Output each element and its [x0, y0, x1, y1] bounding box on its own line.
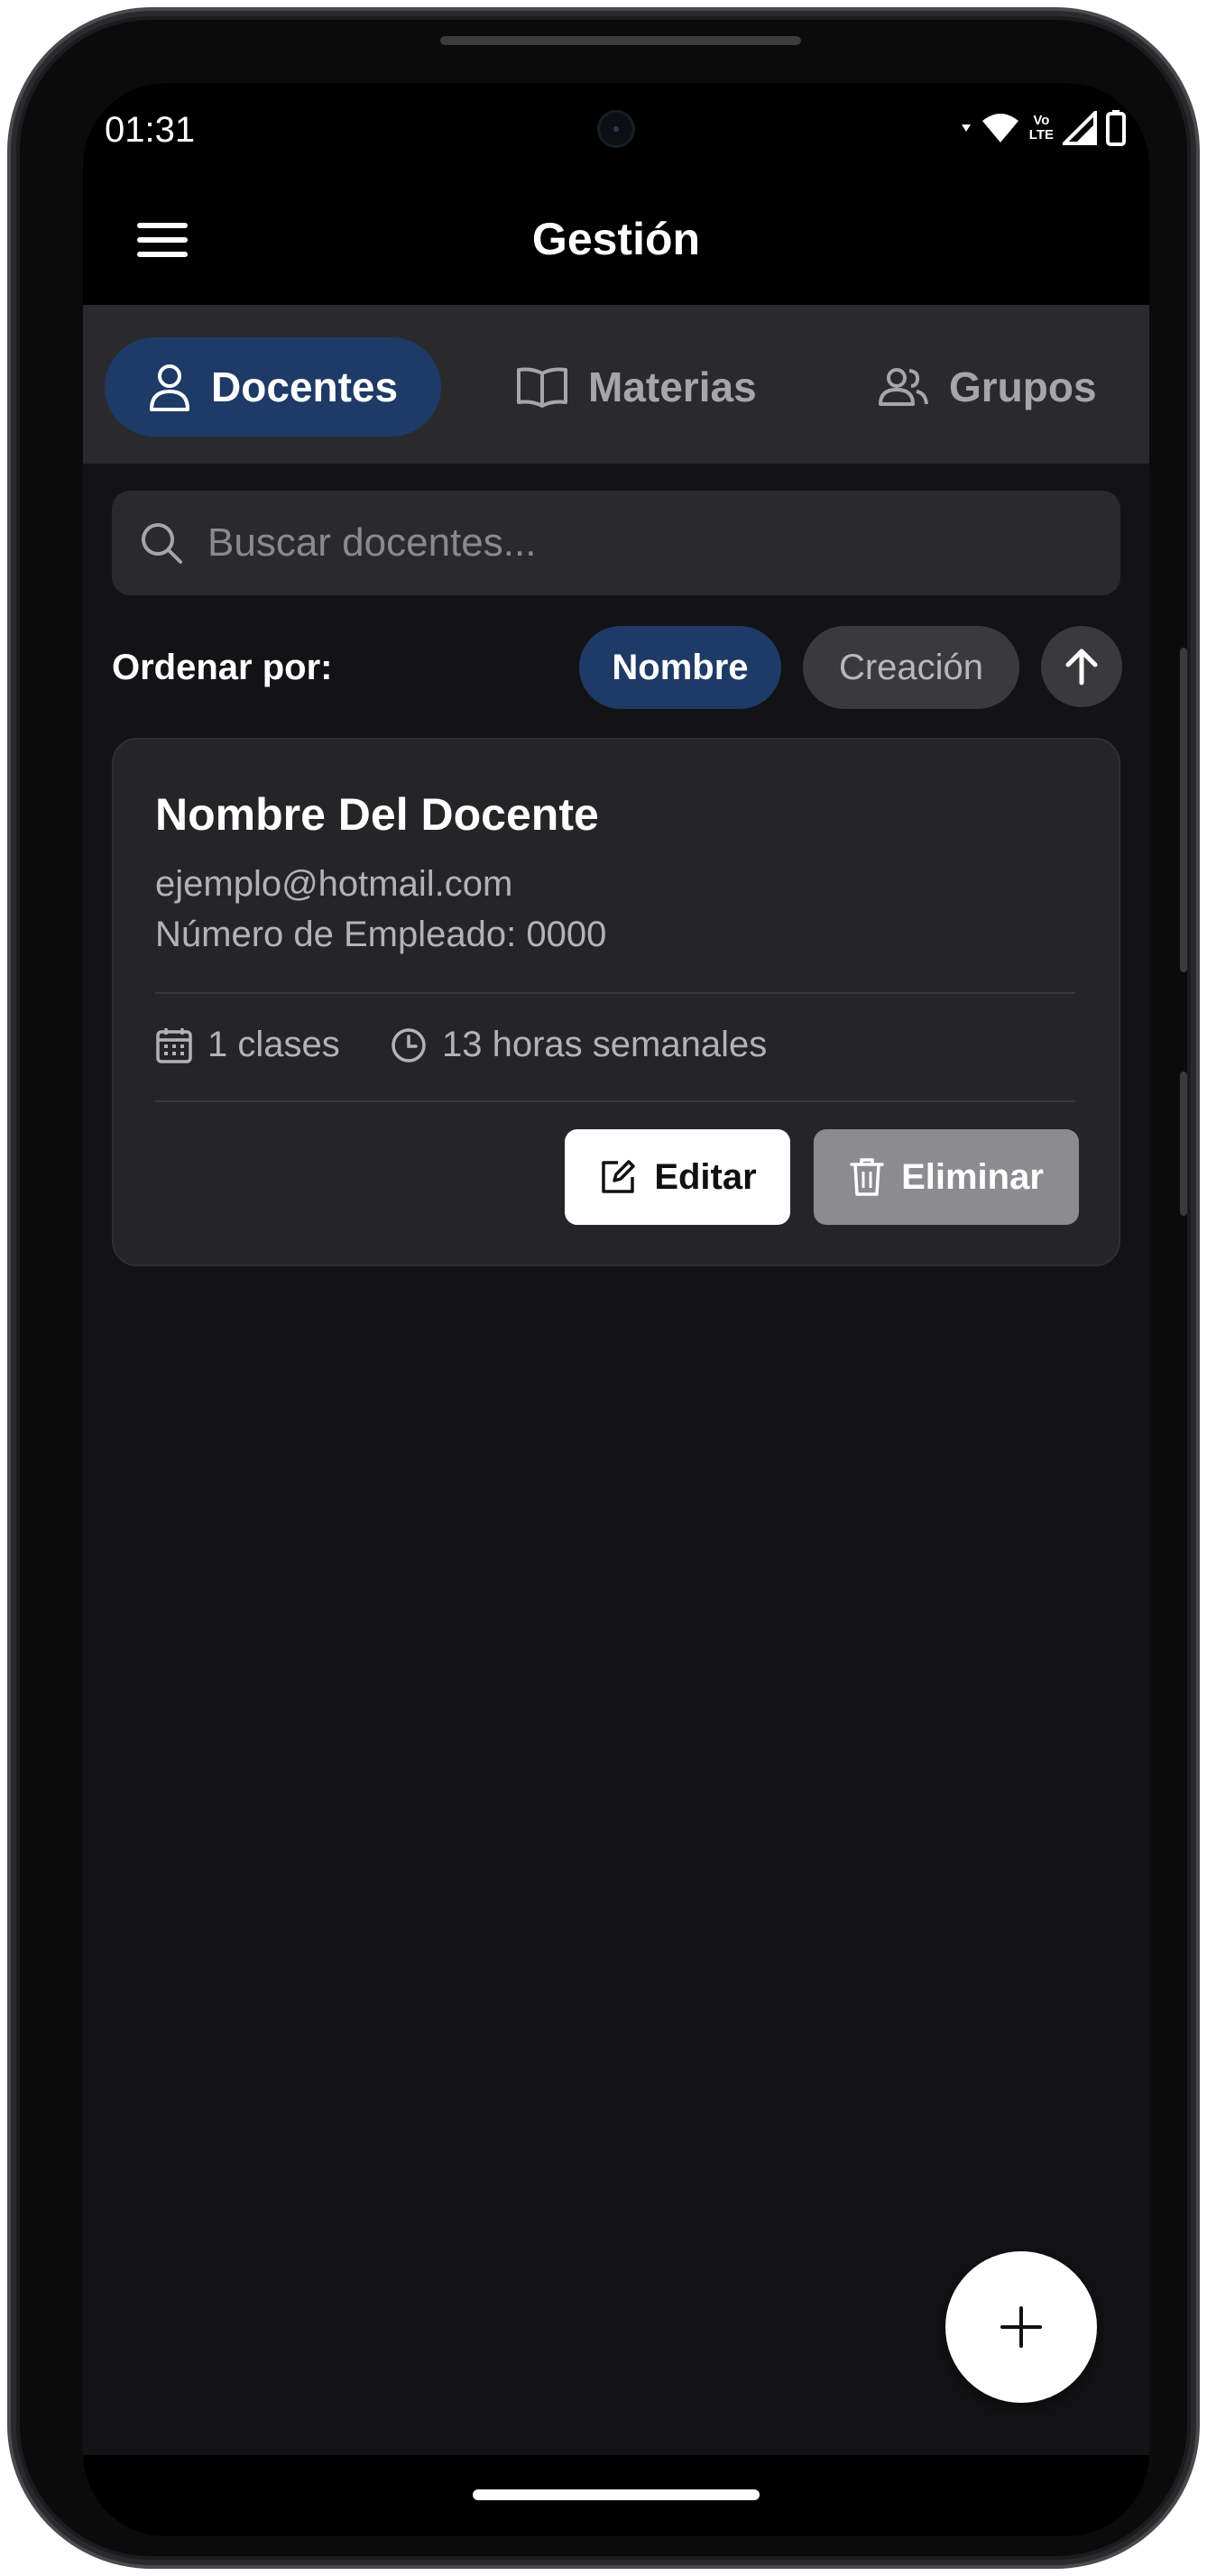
tab-label: Materias: [588, 363, 757, 410]
status-bar: 01:31 Vo LTE: [83, 83, 1149, 182]
phone-frame: 01:31 Vo LTE Gestión Docentes Materias G…: [16, 16, 1191, 2560]
delete-label: Eliminar: [901, 1156, 1044, 1197]
plus-icon: [1000, 2306, 1042, 2348]
tab-materias[interactable]: Materias: [516, 337, 757, 437]
volume-button: [1180, 648, 1187, 972]
teacher-email: ejemplo@hotmail.com: [155, 864, 513, 904]
card-divider: [155, 1100, 1075, 1102]
calendar-icon: [156, 1027, 192, 1063]
front-camera: [597, 110, 635, 148]
trash-icon: [850, 1158, 884, 1196]
sort-chip-nombre[interactable]: Nombre: [579, 626, 781, 709]
status-icons: Vo LTE: [961, 108, 1126, 148]
search-bar: [112, 491, 1120, 595]
screen: 01:31 Vo LTE Gestión Docentes Materias G…: [83, 83, 1149, 2536]
data-activity-icon: [961, 124, 971, 132]
teacher-name: Nombre Del Docente: [155, 789, 599, 840]
search-icon: [142, 523, 182, 564]
tab-label: Grupos: [949, 363, 1097, 410]
nav-bar: [83, 2455, 1149, 2536]
stat-hours-text: 13 horas semanales: [442, 1025, 768, 1064]
speaker-slot: [440, 36, 801, 45]
person-icon: [150, 364, 189, 411]
arrow-up-icon: [1065, 649, 1098, 685]
power-button: [1180, 1072, 1187, 1216]
sort-chip-creacion[interactable]: Creación: [803, 626, 1019, 709]
teacher-employee-number: Número de Empleado: 0000: [155, 915, 607, 954]
page-title: Gestión: [531, 214, 701, 264]
group-icon: [879, 368, 928, 406]
status-time: 01:31: [105, 110, 196, 150]
tab-docentes[interactable]: Docentes: [105, 337, 442, 437]
edit-label: Editar: [654, 1156, 757, 1197]
signal-icon: [1063, 111, 1097, 145]
clock-icon: [392, 1027, 426, 1063]
tab-label: Docentes: [211, 363, 399, 410]
stat-classes-text: 1 clases: [207, 1025, 340, 1064]
battery-icon: [1106, 110, 1126, 146]
tab-bar: Docentes Materias Grupos: [83, 305, 1149, 464]
sort-row: Ordenar por: Nombre Creación: [112, 624, 1122, 709]
home-indicator[interactable]: [473, 2489, 760, 2500]
wifi-icon: [981, 114, 1018, 143]
stat-hours: 13 horas semanales: [390, 1025, 767, 1065]
card-divider: [155, 992, 1075, 994]
volte-icon: Vo LTE: [1028, 113, 1054, 143]
edit-button[interactable]: Editar: [565, 1129, 790, 1225]
tab-grupos[interactable]: Grupos: [877, 337, 1097, 437]
sort-direction-button[interactable]: [1041, 626, 1122, 707]
add-button[interactable]: [945, 2251, 1097, 2403]
sort-label: Ordenar por:: [112, 648, 333, 687]
edit-icon: [602, 1160, 636, 1193]
teacher-card: Nombre Del Docente ejemplo@hotmail.com N…: [112, 738, 1120, 1266]
search-input[interactable]: [207, 520, 1019, 566]
book-icon: [517, 367, 567, 408]
app-bar: Gestión: [83, 182, 1149, 305]
stat-classes: 1 clases: [155, 1025, 340, 1065]
delete-button[interactable]: Eliminar: [814, 1129, 1079, 1225]
